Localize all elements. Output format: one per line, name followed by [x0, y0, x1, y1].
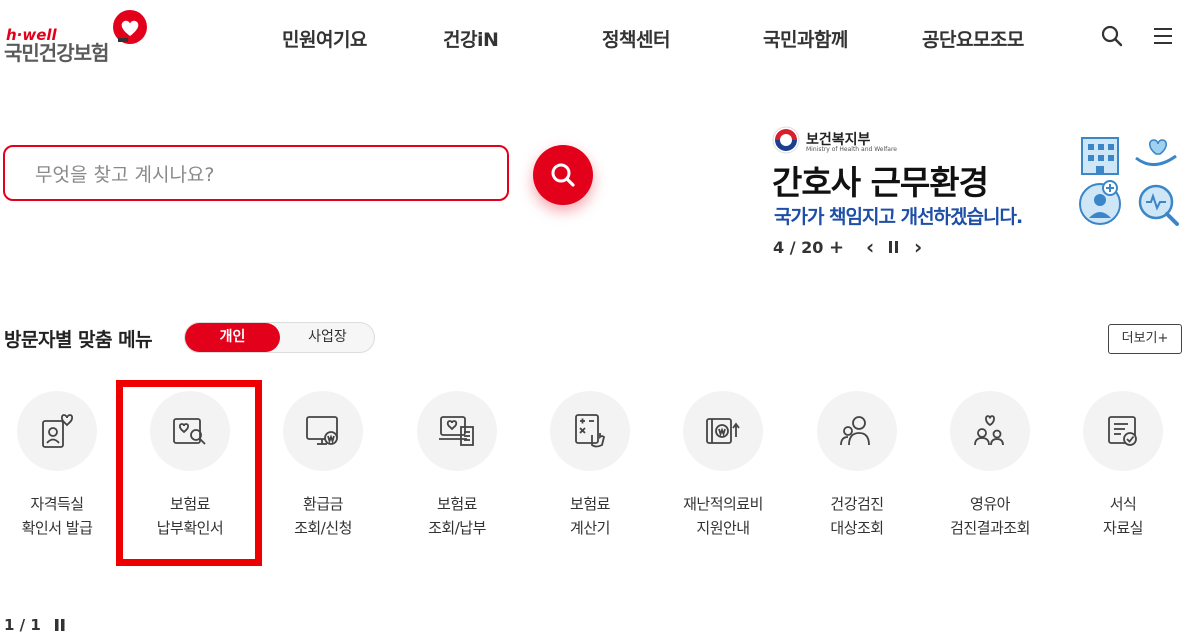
banner-plus-button[interactable]: +: [829, 237, 844, 258]
menu-label-line2: 계산기: [570, 519, 610, 537]
pause-icon[interactable]: [54, 619, 66, 631]
menu-item-payment-certificate[interactable]: 보험료 납부확인서: [130, 391, 250, 551]
menu-label-line1: 건강검진: [830, 495, 884, 513]
menu-label: 보험료 계산기: [530, 492, 650, 540]
search-icon[interactable]: [1100, 24, 1124, 48]
menu-icon-circle: [1083, 391, 1163, 471]
nav-minwon[interactable]: 민원여기요: [282, 25, 367, 52]
menu-item-health-checkup[interactable]: 건강검진 대상조회: [797, 391, 917, 551]
menu-label-line1: 영유아: [970, 495, 1010, 513]
nav-with-people[interactable]: 국민과함께: [763, 25, 848, 52]
menu-label-line2: 납부확인서: [156, 519, 224, 537]
menu-item-infant-checkup[interactable]: 영유아 검진결과조회: [930, 391, 1050, 551]
search-input[interactable]: [33, 161, 477, 189]
menu-label: 보험료 조회/납부: [397, 492, 517, 540]
healthcare-illustration-icon: [1079, 137, 1179, 226]
laptop-receipt-icon: [439, 416, 474, 446]
menu-icon-circle: [417, 391, 497, 471]
menu-label: 재난적의료비 지원안내: [663, 492, 783, 540]
tab-individual[interactable]: 개인: [185, 323, 280, 352]
banner-prev-button[interactable]: ‹: [866, 235, 874, 259]
menu-label: 보험료 납부확인서: [130, 492, 250, 540]
menu-label-line2: 자료실: [1103, 519, 1143, 537]
menu-label-line1: 서식: [1109, 495, 1137, 513]
section-title: 방문자별 맞춤 메뉴: [4, 329, 153, 351]
menu-label-line2: 확인서 발급: [21, 519, 93, 537]
search-button[interactable]: [533, 145, 593, 205]
menu-label: 자격득실 확인서 발급: [0, 492, 117, 540]
menu-label-line2: 조회/신청: [294, 519, 352, 537]
ministry-name-en: Ministry of Health and Welfare: [806, 146, 897, 153]
more-button[interactable]: 더보기+: [1108, 324, 1182, 354]
menu-label-line1: 보험료: [170, 495, 210, 513]
menu-icon-circle: [150, 391, 230, 471]
menu-item-eligibility[interactable]: 자격득실 확인서 발급: [0, 391, 117, 551]
menu-label-line1: 재난적의료비: [683, 495, 763, 513]
menu-icon-circle: [683, 391, 763, 471]
menu-icon-circle: [950, 391, 1030, 471]
menu-label-line2: 지원안내: [696, 519, 750, 537]
family-heart-icon: [974, 415, 1004, 446]
wallet-won-icon: [706, 418, 740, 444]
menu-label-line1: 보험료: [437, 495, 477, 513]
menu-icon[interactable]: [1151, 24, 1175, 48]
menu-pager-counter: 1 / 1: [4, 616, 41, 634]
document-search-icon: [173, 418, 206, 445]
logo-name: 국민건강보험: [4, 41, 109, 65]
calculator-icon: [575, 414, 605, 448]
menu-label-line2: 대상조회: [830, 519, 884, 537]
nav-about[interactable]: 공단요모조모: [922, 25, 1024, 52]
tab-business[interactable]: 사업장: [281, 323, 374, 352]
menu-item-premium-inquiry[interactable]: 보험료 조회/납부: [397, 391, 517, 551]
menu-label-line1: 환급금: [303, 495, 343, 513]
menu-icon-circle: [17, 391, 97, 471]
search-icon: [551, 163, 575, 187]
menu-label-line2: 조회/납부: [428, 519, 486, 537]
form-document-icon: [1108, 416, 1137, 446]
menu-label-line1: 자격득실: [30, 495, 84, 513]
banner-next-button[interactable]: ›: [914, 235, 922, 259]
menu-label: 영유아 검진결과조회: [930, 492, 1050, 540]
menu-icon-circle: [283, 391, 363, 471]
search-box: [3, 145, 509, 201]
visitor-tabs: 개인 사업장: [184, 322, 375, 353]
nav-policy-center[interactable]: 정책센터: [602, 25, 670, 52]
heart-logo-icon: [113, 10, 147, 44]
menu-icon-circle: [817, 391, 897, 471]
logo[interactable]: h·well 국민건강보험: [4, 10, 154, 65]
menu-label-line1: 보험료: [570, 495, 610, 513]
menu-item-catastrophic-medical[interactable]: 재난적의료비 지원안내: [663, 391, 783, 551]
promo-banner[interactable]: 보건복지부 Ministry of Health and Welfare 간호사…: [772, 122, 1190, 262]
menu-label: 환급금 조회/신청: [263, 492, 383, 540]
menu-item-refund[interactable]: 환급금 조회/신청: [263, 391, 383, 551]
menu-item-forms[interactable]: 서식 자료실: [1063, 391, 1183, 551]
banner-title: 간호사 근무환경: [772, 163, 989, 202]
banner-subtitle: 국가가 책임지고 개선하겠습니다.: [774, 206, 1023, 228]
nav-health-in[interactable]: 건강iN: [443, 25, 499, 52]
menu-label: 건강검진 대상조회: [797, 492, 917, 540]
menu-icon-circle: [550, 391, 630, 471]
pause-icon[interactable]: [889, 241, 899, 253]
menu-label: 서식 자료실: [1063, 492, 1183, 540]
banner-counter: 4 / 20: [773, 238, 824, 257]
monitor-won-icon: [306, 416, 338, 445]
people-search-icon: [840, 416, 870, 446]
menu-label-line2: 검진결과조회: [950, 519, 1030, 537]
menu-item-calculator[interactable]: 보험료 계산기: [530, 391, 650, 551]
taegeuk-emblem-icon: [772, 126, 800, 154]
id-card-heart-icon: [42, 414, 74, 448]
